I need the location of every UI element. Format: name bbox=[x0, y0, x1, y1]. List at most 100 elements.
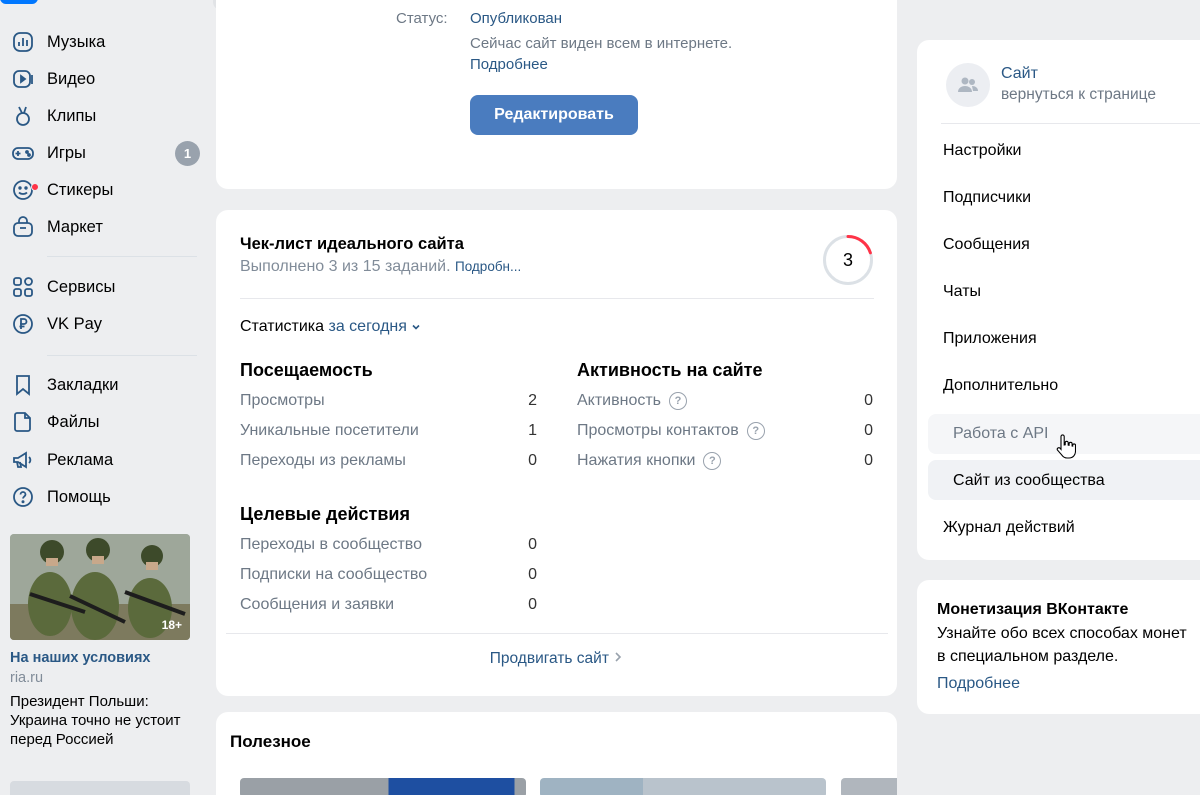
question-icon[interactable]: ? bbox=[703, 452, 722, 470]
ad-image[interactable]: 18+ bbox=[10, 534, 190, 640]
goals-title: Целевые действия bbox=[240, 504, 410, 524]
services-icon bbox=[10, 274, 36, 300]
ad-text[interactable]: Президент Польши: Украина точно не устои… bbox=[10, 692, 195, 749]
nav-label: Видео bbox=[47, 69, 96, 88]
vkpay-icon bbox=[10, 311, 36, 337]
status-description: Сейчас сайт виден всем в интернете. bbox=[470, 35, 733, 52]
edit-button[interactable]: Редактировать bbox=[470, 95, 638, 135]
stat-row-value: 0 bbox=[864, 452, 873, 469]
stat-row: Активность? bbox=[577, 392, 688, 410]
period-dropdown[interactable]: за сегодня bbox=[328, 318, 421, 335]
stat-row-label: Сообщения и заявки bbox=[240, 596, 394, 613]
nav-item-vkpay[interactable]: VK Pay bbox=[10, 308, 200, 340]
nav-item-ads[interactable]: Реклама bbox=[10, 444, 200, 476]
music-icon bbox=[10, 29, 36, 55]
side-menu-additional[interactable]: Дополнительно bbox=[943, 377, 1058, 395]
divider bbox=[226, 633, 888, 634]
files-icon bbox=[10, 409, 36, 435]
market-icon bbox=[10, 214, 36, 240]
status-value: Опубликован bbox=[470, 10, 563, 27]
status-label: Статус: bbox=[396, 10, 448, 27]
side-menu-apps[interactable]: Приложения bbox=[943, 330, 1037, 348]
useful-thumbnail[interactable] bbox=[540, 778, 826, 795]
period-value: за сегодня bbox=[328, 318, 407, 335]
stat-row-value: 0 bbox=[864, 422, 873, 439]
chevron-right-icon bbox=[615, 652, 622, 662]
checklist-title: Чек-лист идеального сайта bbox=[240, 235, 464, 253]
nav-item-music[interactable]: Музыка bbox=[10, 26, 200, 58]
stats-label: Статистика bbox=[240, 318, 325, 335]
chevron-down-icon bbox=[412, 324, 420, 330]
divider bbox=[941, 123, 1200, 124]
nav-label: Клипы bbox=[47, 106, 97, 125]
back-to-page-link[interactable]: вернуться к странице bbox=[1001, 86, 1156, 104]
nav-label: Файлы bbox=[47, 412, 100, 431]
nav-label: VK Pay bbox=[47, 314, 103, 333]
stat-row-label: Нажатия кнопки bbox=[577, 452, 696, 469]
nav-label: Маркет bbox=[47, 217, 103, 236]
stat-row: Нажатия кнопки? bbox=[577, 452, 722, 470]
question-icon[interactable]: ? bbox=[669, 392, 688, 410]
nav-label: Игры bbox=[47, 143, 86, 162]
useful-thumbnail[interactable] bbox=[240, 778, 526, 795]
stat-row-value: 0 bbox=[528, 452, 537, 469]
stat-row-label: Активность bbox=[577, 392, 662, 409]
games-badge: 1 bbox=[175, 141, 200, 166]
nav-item-stickers[interactable]: Стикеры bbox=[10, 174, 200, 206]
nav-item-market[interactable]: Маркет bbox=[10, 211, 200, 243]
side-menu-messages[interactable]: Сообщения bbox=[943, 236, 1030, 254]
notification-dot bbox=[31, 183, 39, 191]
ads-icon bbox=[10, 447, 36, 473]
stat-row-value: 0 bbox=[864, 392, 873, 409]
video-icon bbox=[10, 66, 36, 92]
promote-site-link[interactable]: Продвигать сайт bbox=[216, 650, 897, 668]
vk-logo[interactable] bbox=[0, 0, 38, 4]
useful-title: Полезное bbox=[230, 732, 311, 751]
nav-item-services[interactable]: Сервисы bbox=[10, 271, 200, 303]
useful-thumbnail[interactable] bbox=[841, 778, 897, 795]
ad-title[interactable]: На наших условиях bbox=[10, 650, 150, 666]
help-icon bbox=[10, 484, 36, 510]
side-menu-site-from-community[interactable]: Сайт из сообщества bbox=[953, 472, 1105, 490]
stat-row-label: Переходы из рекламы bbox=[240, 452, 406, 469]
stats-header: Статистика за сегодня bbox=[240, 318, 421, 336]
side-menu-chats[interactable]: Чаты bbox=[943, 283, 981, 301]
stat-row-value: 0 bbox=[528, 596, 537, 613]
side-menu-settings[interactable]: Настройки bbox=[943, 142, 1021, 160]
bookmarks-icon bbox=[10, 372, 36, 398]
nav-item-clips[interactable]: Клипы bbox=[10, 100, 200, 132]
ad-source: ria.ru bbox=[10, 670, 44, 686]
nav-item-files[interactable]: Файлы bbox=[10, 406, 200, 438]
site-title-link[interactable]: Сайт bbox=[1001, 65, 1038, 83]
side-menu-action-log[interactable]: Журнал действий bbox=[943, 519, 1075, 537]
nav-divider bbox=[47, 256, 197, 257]
nav-label: Музыка bbox=[47, 32, 106, 51]
clips-icon bbox=[10, 103, 36, 129]
monetization-line: в специальном разделе. bbox=[937, 648, 1119, 665]
stickers-icon bbox=[10, 177, 39, 203]
nav-divider bbox=[47, 355, 197, 356]
checklist-more-link[interactable]: Подробн... bbox=[455, 259, 521, 274]
stat-row-value: 0 bbox=[528, 566, 537, 583]
age-rating: 18+ bbox=[161, 618, 182, 632]
question-icon[interactable]: ? bbox=[746, 422, 765, 440]
community-avatar[interactable] bbox=[946, 63, 990, 107]
side-menu-api[interactable]: Работа с API bbox=[953, 425, 1048, 443]
stat-row-label: Просмотры bbox=[240, 392, 325, 409]
side-menu-subscribers[interactable]: Подписчики bbox=[943, 189, 1031, 207]
hand-cursor-icon bbox=[1056, 434, 1076, 459]
nav-item-bookmarks[interactable]: Закладки bbox=[10, 369, 200, 401]
nav-label: Реклама bbox=[47, 450, 114, 469]
nav-item-help[interactable]: Помощь bbox=[10, 481, 200, 513]
more-link[interactable]: Подробнее bbox=[470, 56, 548, 73]
monetization-more-link[interactable]: Подробнее bbox=[937, 675, 1020, 693]
stat-row-label: Подписки на сообщество bbox=[240, 566, 428, 583]
checklist-progress-text: Выполнено 3 из 15 заданий. bbox=[240, 258, 451, 275]
ad-image-next[interactable] bbox=[10, 781, 190, 795]
nav-item-video[interactable]: Видео bbox=[10, 63, 200, 95]
nav-label: Помощь bbox=[47, 487, 111, 506]
promote-label: Продвигать сайт bbox=[489, 650, 609, 667]
nav-item-games[interactable]: Игры 1 bbox=[10, 137, 200, 169]
activity-title: Активность на сайте bbox=[577, 360, 763, 380]
stat-row-label: Переходы в сообщество bbox=[240, 536, 423, 553]
